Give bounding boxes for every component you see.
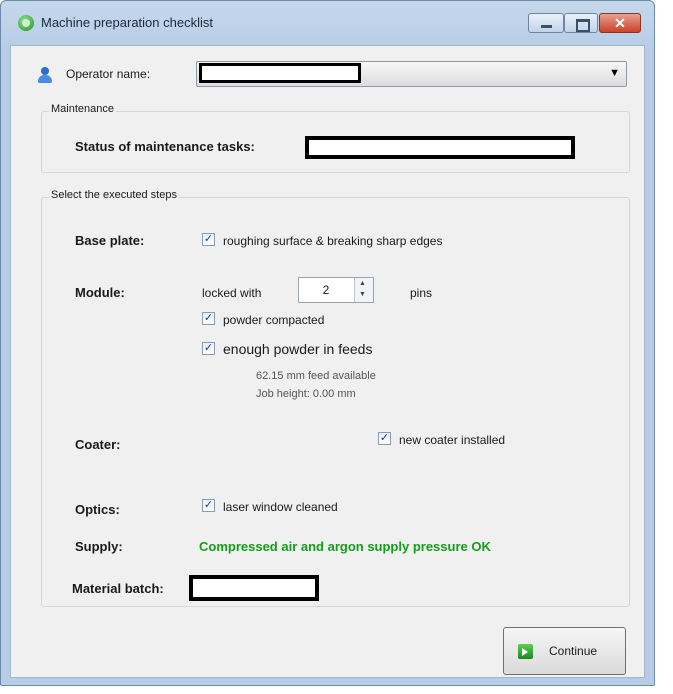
pins-stepper-buttons[interactable]: ▲ ▼ [354,278,373,302]
window-title: Machine preparation checklist [41,15,213,30]
maintenance-group-title: Maintenance [49,103,116,115]
maximize-button[interactable] [564,13,598,33]
operator-name-dropdown[interactable]: ▼ [196,61,627,87]
pins-stepper[interactable]: 2 ▲ ▼ [298,277,374,303]
material-batch-label: Material batch: [72,581,164,596]
base-plate-label: Base plate: [75,233,145,248]
close-icon: ✕ [614,15,626,31]
feed-available-text: 62.15 mm feed available [256,370,376,382]
base-plate-checkbox[interactable]: ✓ [202,233,215,246]
enough-powder-checkbox[interactable]: ✓ [202,342,215,355]
app-icon [18,15,34,31]
chevron-down-icon[interactable]: ▼ [609,67,620,79]
job-height-text: Job height: 0.00 mm [256,388,356,400]
continue-button-label: Continue [549,644,598,658]
powder-compacted-label: powder compacted [223,313,325,327]
minimize-button[interactable] [528,13,564,33]
stepper-up-icon[interactable]: ▲ [359,280,366,287]
executed-steps-group-title: Select the executed steps [49,189,179,201]
module-label: Module: [75,285,125,300]
material-batch-input[interactable] [189,575,319,601]
locked-with-label: locked with [202,286,262,300]
coater-label: Coater: [75,437,121,452]
laser-window-checkbox[interactable]: ✓ [202,499,215,512]
stepper-down-icon[interactable]: ▼ [359,291,366,298]
operator-name-redacted [199,63,361,83]
base-plate-check-label: roughing surface & breaking sharp edges [223,234,443,248]
optics-label: Optics: [75,502,120,517]
supply-status-text: Compressed air and argon supply pressure… [199,539,491,554]
user-icon [38,67,52,83]
laser-window-label: laser window cleaned [223,500,338,514]
close-button[interactable]: ✕ [599,13,641,33]
title-bar[interactable]: Machine preparation checklist ✕ [1,1,654,45]
maintenance-status-label: Status of maintenance tasks: [75,139,255,154]
operator-name-label: Operator name: [66,67,151,81]
green-arrow-icon [518,644,533,659]
enough-powder-label: enough powder in feeds [223,341,373,357]
powder-compacted-checkbox[interactable]: ✓ [202,312,215,325]
continue-button[interactable]: Continue [503,627,626,675]
maintenance-status-redacted [305,136,575,159]
new-coater-label: new coater installed [399,433,506,447]
supply-label: Supply: [75,539,123,554]
new-coater-checkbox[interactable]: ✓ [378,432,391,445]
pins-value[interactable]: 2 [299,283,353,297]
pins-label: pins [410,286,433,300]
